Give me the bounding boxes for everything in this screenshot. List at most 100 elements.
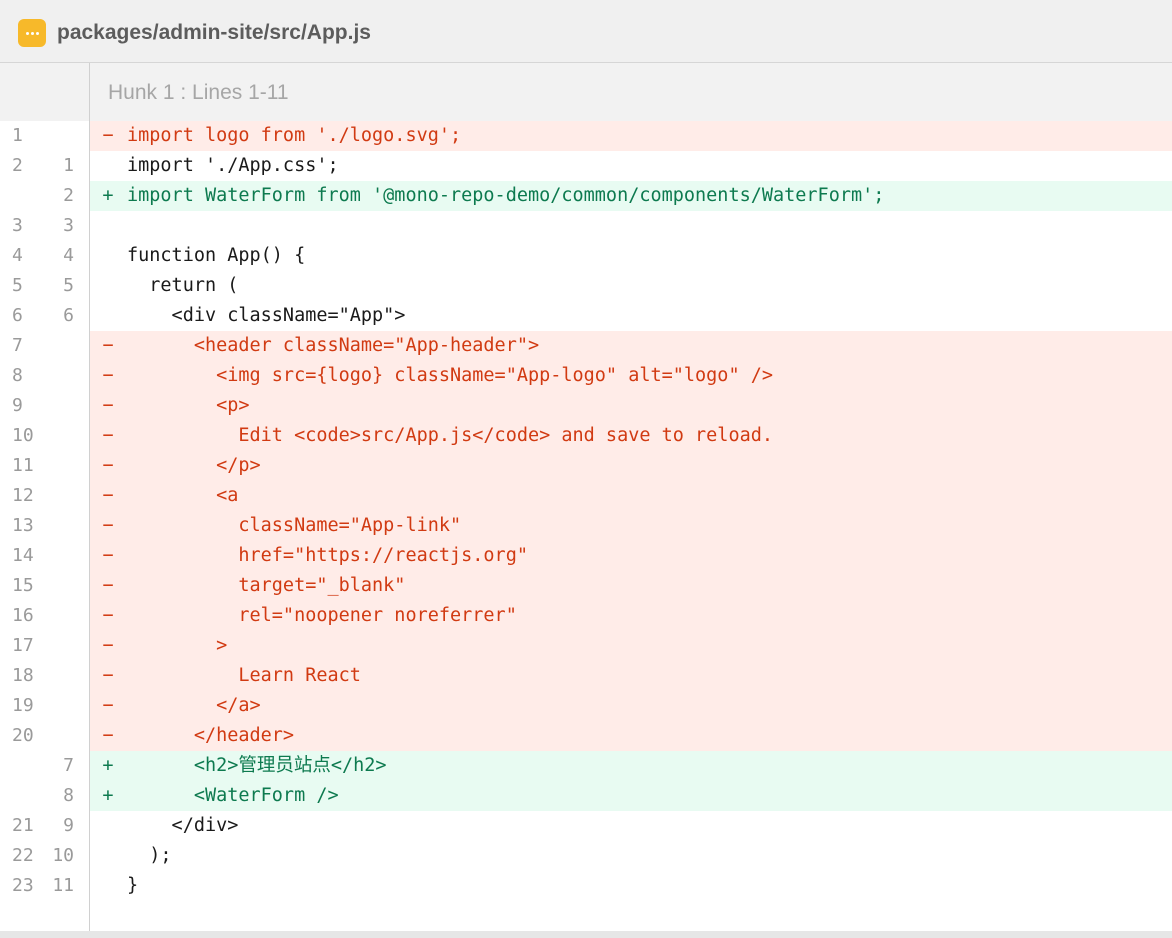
old-line-number: 14 [0, 541, 44, 571]
code-text: > [127, 635, 228, 656]
old-line-number: 23 [0, 871, 44, 901]
code-text: href="https://reactjs.org" [127, 545, 528, 566]
deleted-line[interactable]: 18 − Learn React [0, 661, 1172, 691]
minus-marker: − [102, 485, 114, 506]
minus-marker: − [102, 695, 114, 716]
new-line-number: 8 [44, 781, 74, 811]
old-line-number: 6 [0, 301, 44, 331]
deleted-line[interactable]: 9 − <p> [0, 391, 1172, 421]
new-line-number: 5 [44, 271, 74, 301]
code-text: <p> [127, 395, 250, 416]
deleted-line[interactable]: 19 − </a> [0, 691, 1172, 721]
hunk-header: Hunk 1 : Lines 1-11 [0, 63, 1172, 121]
old-line-number: 9 [0, 391, 44, 421]
context-line[interactable]: 21 9 </div> [0, 811, 1172, 841]
plus-marker: + [102, 785, 114, 806]
code-text: className="App-link" [127, 515, 462, 536]
context-line[interactable]: 22 10 ); [0, 841, 1172, 871]
ellipsis-icon[interactable] [18, 19, 46, 47]
new-line-number: 3 [44, 211, 74, 241]
context-line[interactable]: 23 11} [0, 871, 1172, 901]
context-line[interactable]: 66 <div className="App"> [0, 301, 1172, 331]
code-text: <WaterForm /> [127, 785, 339, 806]
new-line-number: 9 [44, 811, 74, 841]
code-text: </p> [127, 455, 261, 476]
old-line-number: 20 [0, 721, 44, 751]
minus-marker: − [102, 635, 114, 656]
minus-marker: − [102, 125, 114, 146]
new-line-number: 2 [44, 181, 74, 211]
new-line-number: 7 [44, 751, 74, 781]
deleted-line[interactable]: 13 − className="App-link" [0, 511, 1172, 541]
file-header: packages/admin-site/src/App.js [0, 0, 1172, 63]
deleted-line[interactable]: 16 − rel="noopener noreferrer" [0, 601, 1172, 631]
code-text: Edit <code>src/App.js</code> and save to… [127, 425, 774, 446]
diff-lines: 1− import logo from './logo.svg'; 2 1 import… [0, 121, 1172, 901]
old-line-number: 10 [0, 421, 44, 451]
code-text: Learn React [127, 665, 361, 686]
code-text: target="_blank" [127, 575, 406, 596]
code-text: import logo from './logo.svg'; [127, 125, 462, 146]
code-text: ); [127, 845, 172, 866]
old-line-number: 5 [0, 271, 44, 301]
old-line-number: 19 [0, 691, 44, 721]
code-text: import './App.css'; [127, 155, 339, 176]
old-line-number: 8 [0, 361, 44, 391]
old-line-number: 18 [0, 661, 44, 691]
deleted-line[interactable]: 8 − <img src={logo} className="App-logo" … [0, 361, 1172, 391]
new-line-number: 10 [44, 841, 74, 871]
old-line-number: 21 [0, 811, 44, 841]
minus-marker: − [102, 515, 114, 536]
old-line-number: 11 [0, 451, 44, 481]
deleted-line[interactable]: 11 − </p> [0, 451, 1172, 481]
deleted-line[interactable]: 14 − href="https://reactjs.org" [0, 541, 1172, 571]
minus-marker: − [102, 455, 114, 476]
context-line[interactable]: 4 4 function App() { [0, 241, 1172, 271]
deleted-line[interactable]: 12 − <a [0, 481, 1172, 511]
deleted-line[interactable]: 1 − import logo from './logo.svg'; [0, 121, 1172, 151]
minus-marker: − [102, 395, 114, 416]
file-path: packages/admin-site/src/App.js [57, 21, 371, 44]
minus-marker: − [102, 425, 114, 446]
minus-marker: − [102, 545, 114, 566]
code-text: </a> [127, 695, 261, 716]
old-line-number: 1 [0, 121, 44, 151]
old-line-number: 15 [0, 571, 44, 601]
context-line[interactable]: 2 1 import './App.css'; [0, 151, 1172, 181]
minus-marker: − [102, 335, 114, 356]
deleted-line[interactable]: 15 − target="_blank" [0, 571, 1172, 601]
context-line[interactable]: 55 return ( [0, 271, 1172, 301]
deleted-line[interactable]: 7 − <header className="App-header"> [0, 331, 1172, 361]
code-text: rel="noopener noreferrer" [127, 605, 517, 626]
new-line-number: 1 [44, 151, 74, 181]
added-line[interactable]: 2 + import WaterForm from '@mono-repo-demo… [0, 181, 1172, 211]
code-text: </header> [127, 725, 295, 746]
code-text: <div className="App"> [127, 305, 406, 326]
new-line-number: 6 [44, 301, 74, 331]
minus-marker: − [102, 575, 114, 596]
minus-marker: − [102, 725, 114, 746]
code-text: <a [127, 485, 239, 506]
hunk-label: Hunk 1 : Lines 1-11 [108, 81, 289, 104]
old-line-number: 4 [0, 241, 44, 271]
old-line-number: 12 [0, 481, 44, 511]
old-line-number: 2 [0, 151, 44, 181]
diff-view: Hunk 1 : Lines 1-11 1− import logo from '… [0, 63, 1172, 931]
old-line-number: 22 [0, 841, 44, 871]
minus-marker: − [102, 665, 114, 686]
added-line[interactable]: 7 + <h2>管理员站点</h2> [0, 751, 1172, 781]
deleted-line[interactable]: 17 − > [0, 631, 1172, 661]
deleted-line[interactable]: 10 − Edit <code>src/App.js</code> and sav… [0, 421, 1172, 451]
code-text: return ( [127, 275, 239, 296]
code-text: } [127, 875, 139, 896]
context-line[interactable]: 33 [0, 211, 1172, 241]
deleted-line[interactable]: 20 − </header> [0, 721, 1172, 751]
old-line-number: 17 [0, 631, 44, 661]
added-line[interactable]: 8 + <WaterForm /> [0, 781, 1172, 811]
code-text: <img src={logo} className="App-logo" alt… [127, 365, 774, 386]
minus-marker: − [102, 605, 114, 626]
old-line-number: 16 [0, 601, 44, 631]
plus-marker: + [102, 755, 114, 776]
old-line-number: 3 [0, 211, 44, 241]
horizontal-scrollbar[interactable] [0, 931, 1172, 938]
